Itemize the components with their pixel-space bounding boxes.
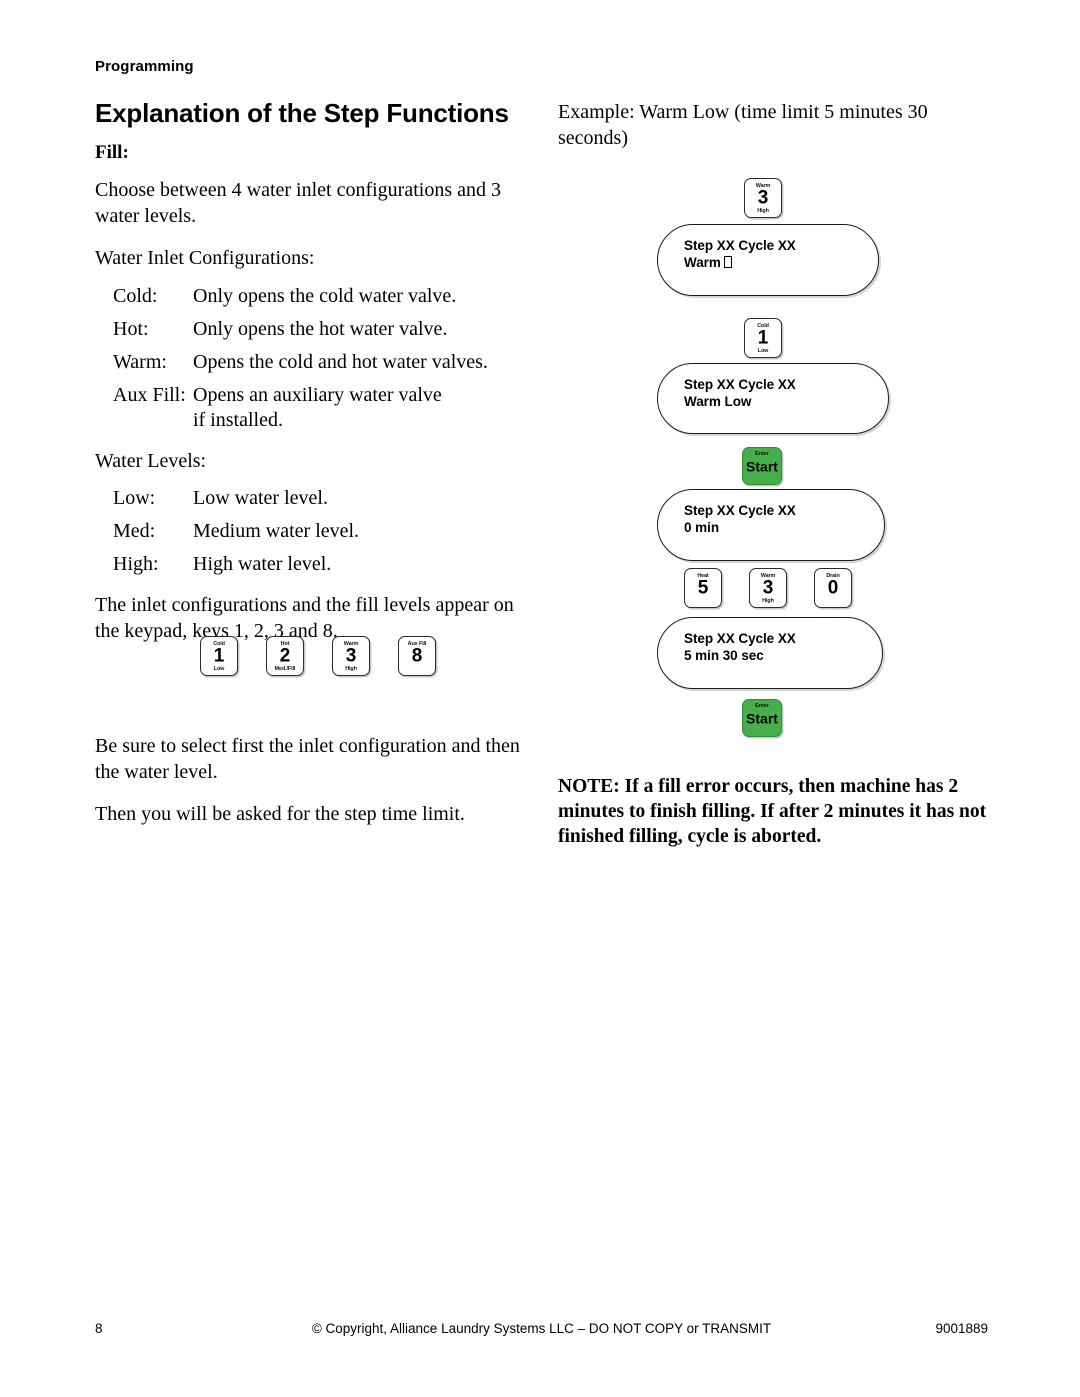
right-column: Example: Warm Low (time limit 5 minutes … [558, 100, 988, 151]
copyright-notice: © Copyright, Alliance Laundry Systems LL… [311, 1321, 772, 1336]
definition-row: Aux Fill: Opens an auxiliary water valve… [95, 383, 520, 433]
definition-term: Med: [113, 520, 156, 542]
keypad-key-3: Warm 3 High [744, 178, 782, 218]
start-button-label: Start [746, 458, 778, 475]
definition-term: Cold: [113, 284, 158, 307]
flow-key-cold: Cold 1 Low [744, 318, 782, 358]
definition-row: Med: Medium water level. [95, 519, 520, 544]
key-bottom-label: Med./Fill [274, 665, 296, 672]
page-footer: 8 © Copyright, Alliance Laundry Systems … [95, 1321, 988, 1339]
definition-row: Hot: Only opens the hot water valve. [95, 317, 520, 342]
key-number: 1 [213, 645, 225, 667]
start-button[interactable]: Enter Start [742, 447, 782, 485]
water-levels-heading: Water Levels: [95, 449, 207, 472]
keypad-key-2: Hot 2 Med./Fill [266, 636, 304, 676]
flow-start-button-2: Enter Start [742, 699, 782, 737]
left-column-closing: Be sure to select first the inlet config… [95, 734, 520, 845]
example-intro-paragraph: Example: Warm Low (time limit 5 minutes … [558, 101, 928, 149]
key-bottom-label: High [757, 207, 769, 214]
definition-term: Warm: [113, 350, 167, 373]
keypad-key-5: Heat 5 [684, 568, 722, 608]
water-levels-list: Low: Low water level. Med: Medium water … [95, 486, 520, 577]
keypad-key-3: Warm 3 High [749, 568, 787, 608]
intro-paragraph: Choose between 4 water inlet configurati… [95, 179, 501, 227]
definition-description: Only opens the hot water valve. [193, 317, 448, 340]
definition-row: Cold: Only opens the cold water valve. [95, 284, 520, 309]
key-number: 3 [757, 187, 769, 209]
definition-row: Warm: Opens the cold and hot water valve… [95, 350, 520, 375]
display-panel-4: Step XX Cycle XX 5 min 30 sec [657, 617, 883, 689]
display-line-2-text: Warm [684, 255, 721, 270]
display-line-2: 5 min 30 sec [684, 648, 764, 663]
display-line-2: Warm [684, 254, 878, 271]
keypad-key-1: Cold 1 Low [744, 318, 782, 358]
flow-start-button-1: Enter Start [742, 447, 782, 485]
note-block: NOTE: If a fill error occurs, then machi… [558, 776, 987, 847]
key-number: 3 [345, 645, 357, 667]
document-page: Programming Explanation of the Step Func… [0, 0, 1080, 1397]
definition-description-line2: if installed. [193, 408, 283, 431]
definition-term: Low: [113, 487, 156, 509]
key-bottom-label: High [345, 665, 357, 672]
definition-description: Opens an auxiliary water valve if instal… [193, 383, 520, 433]
definition-description-line1: Opens an auxiliary water valve [193, 383, 442, 406]
definition-description: Medium water level. [193, 520, 360, 542]
keypad-key-8: Aux Fill 8 [398, 636, 436, 676]
definition-term: Hot: [113, 317, 149, 340]
cursor-block-icon [723, 256, 732, 268]
definition-row: High: High water level. [95, 552, 520, 577]
key-number: 8 [411, 645, 423, 667]
definition-term: High: [113, 553, 159, 575]
closing-paragraph-1: Be sure to select first the inlet config… [95, 735, 520, 783]
display-panel-2: Step XX Cycle XX Warm Low [657, 363, 889, 434]
key-number: 1 [757, 327, 769, 349]
definition-description: Low water level. [193, 487, 328, 509]
start-button[interactable]: Enter Start [742, 699, 782, 737]
definition-description: Opens the cold and hot water valves. [193, 350, 488, 373]
display-line-1: Step XX Cycle XX [684, 631, 796, 646]
key-number: 0 [827, 577, 839, 599]
subsection-title-fill: Fill: [95, 142, 129, 163]
key-number: 5 [697, 577, 709, 599]
display-line-1: Step XX Cycle XX [684, 377, 796, 392]
key-number: 3 [762, 577, 774, 599]
start-button-top-label: Enter [755, 703, 769, 709]
definition-row: Low: Low water level. [95, 486, 520, 511]
inlet-configurations-list: Cold: Only opens the cold water valve. H… [95, 284, 520, 433]
display-line-2: 0 min [684, 520, 720, 535]
definition-description: Only opens the cold water valve. [193, 284, 457, 307]
display-line-1: Step XX Cycle XX [684, 503, 796, 518]
definition-term: Aux Fill: [113, 383, 186, 406]
display-line-2: Warm Low [684, 394, 752, 409]
running-header: Programming [95, 58, 194, 75]
keypad-illustration: Cold 1 Low Hot 2 Med./Fill Warm 3 High A… [200, 636, 500, 676]
flow-time-keys: Heat 5 Warm 3 High Drain 0 [684, 568, 852, 608]
keypad-key-3: Warm 3 High [332, 636, 370, 676]
key-bottom-label: Low [757, 347, 769, 354]
start-button-top-label: Enter [755, 451, 769, 457]
keypad-key-0: Drain 0 [814, 568, 852, 608]
page-title: Explanation of the Step Functions [95, 98, 509, 128]
key-bottom-label: High [762, 597, 774, 604]
keypad-key-1: Cold 1 Low [200, 636, 238, 676]
display-panel-1: Step XX Cycle XX Warm [657, 224, 879, 296]
start-button-label: Start [746, 710, 778, 727]
document-number: 9001889 [935, 1321, 988, 1336]
display-line-1: Step XX Cycle XX [684, 238, 796, 253]
key-number: 2 [279, 645, 291, 667]
inlet-configurations-heading: Water Inlet Configurations: [95, 247, 315, 269]
definition-description: High water level. [193, 553, 332, 575]
flow-key-warm: Warm 3 High [744, 178, 782, 218]
left-column: Explanation of the Step Functions Fill: … [95, 98, 520, 661]
closing-paragraph-2: Then you will be asked for the step time… [95, 803, 465, 825]
key-bottom-label: Low [213, 665, 225, 672]
display-panel-3: Step XX Cycle XX 0 min [657, 489, 885, 561]
